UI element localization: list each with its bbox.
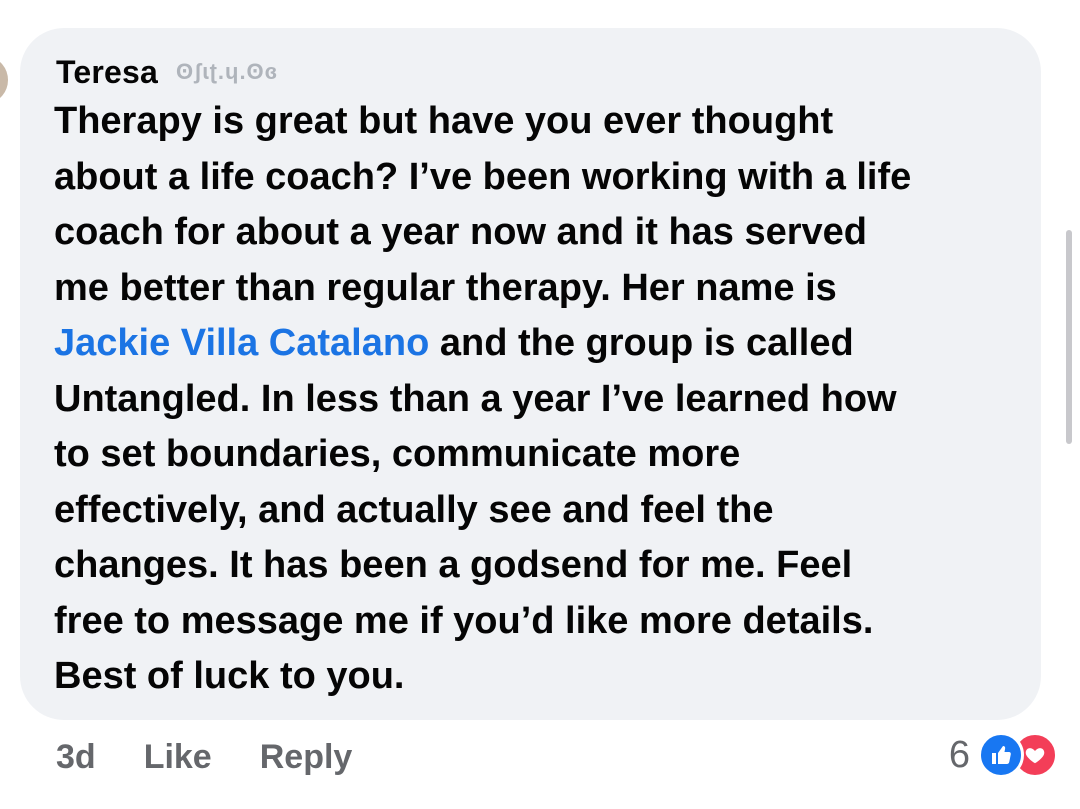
timestamp[interactable]: 3d — [56, 738, 96, 777]
reactions-summary[interactable]: 6 — [949, 730, 1058, 780]
comment-line: about a life coach? I’ve been working wi… — [54, 155, 912, 198]
comment-text: Therapy is great but have you ever thoug… — [54, 94, 1034, 705]
comment-header: Teresa ʘʃɩʈ.ɥ.ʘɞ — [56, 50, 278, 94]
comment-line: Jackie Villa Catalano and the group is c… — [54, 316, 1034, 372]
comment-line-text: and the group is called — [429, 322, 854, 364]
comment-line: me better than regular therapy. Her name… — [54, 266, 837, 309]
mention-link[interactable]: Jackie Villa Catalano — [54, 322, 429, 364]
reply-button[interactable]: Reply — [260, 738, 353, 777]
comment-line: coach for about a year now and it has se… — [54, 211, 868, 253]
comment-line: changes. It has been a godsend for me. F… — [54, 544, 853, 586]
comment-line: Best of luck to you. — [54, 655, 405, 697]
scrollbar[interactable] — [1066, 230, 1072, 444]
comment-actions: 3d Like Reply — [56, 732, 352, 782]
author-name[interactable]: Teresa — [56, 54, 158, 91]
like-icon — [978, 732, 1024, 778]
avatar[interactable] — [0, 58, 8, 102]
comment-line: to set boundaries, communicate more — [54, 433, 741, 475]
comment-line: effectively, and actually see and feel t… — [54, 488, 774, 531]
comment-line: Untangled. In less than a year I’ve lear… — [54, 377, 897, 420]
comment-line: Therapy is great but have you ever thoug… — [54, 100, 834, 142]
comment-line: free to message me if you’d like more de… — [54, 599, 874, 642]
reaction-count: 6 — [948, 733, 970, 776]
like-button[interactable]: Like — [144, 738, 212, 777]
author-badge: ʘʃɩʈ.ɥ.ʘɞ — [176, 59, 279, 84]
